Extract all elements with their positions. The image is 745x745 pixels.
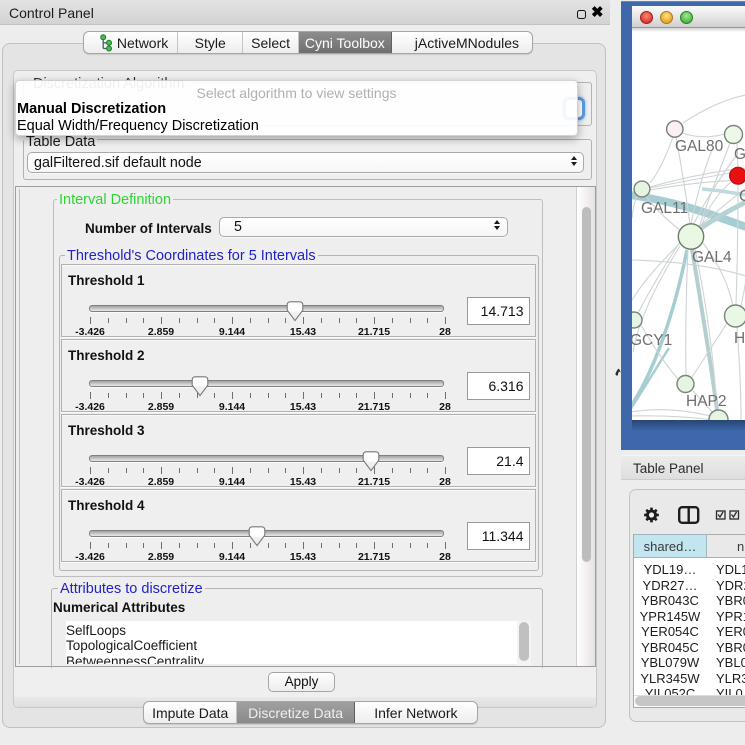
svg-text:CD: CD: [739, 188, 745, 205]
svg-text:GAL80: GAL80: [675, 138, 724, 155]
svg-text:HI: HI: [734, 330, 745, 347]
svg-text:GAL11: GAL11: [641, 200, 688, 217]
svg-text:GAL4: GAL4: [692, 249, 732, 266]
svg-text:GCY1: GCY1: [632, 332, 672, 349]
svg-text:HAP2: HAP2: [686, 393, 727, 410]
svg-text:GA: GA: [734, 146, 745, 163]
